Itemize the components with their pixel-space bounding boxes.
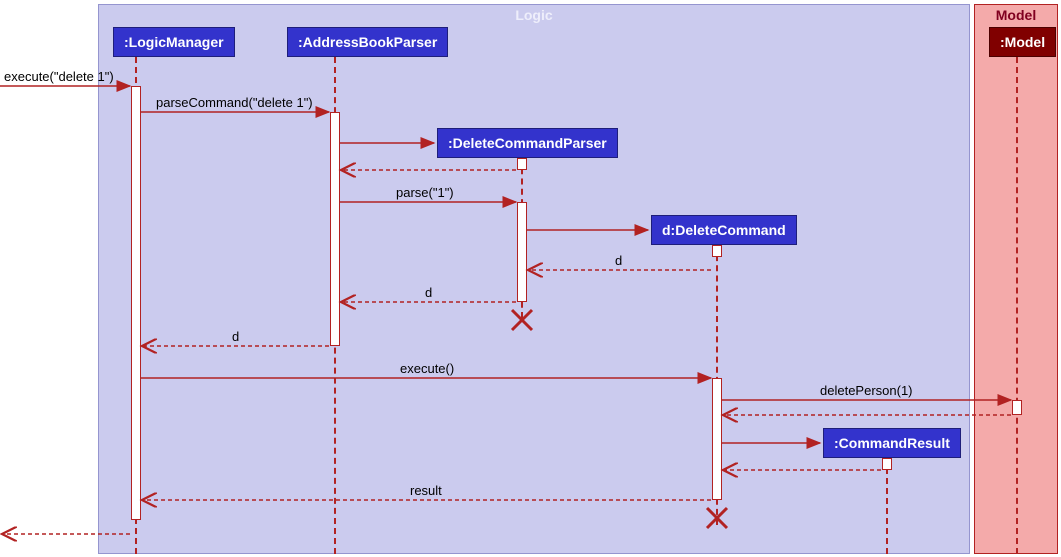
participant-logic-manager: :LogicManager: [113, 27, 235, 57]
msg-return-result: result: [410, 483, 442, 498]
participant-delete-command: d:DeleteCommand: [651, 215, 797, 245]
activation-delete-command-2: [712, 378, 722, 500]
activation-logic-manager: [131, 86, 141, 520]
activation-delete-command-parser-1: [517, 158, 527, 170]
lifeline-command-result: [886, 458, 888, 554]
frame-logic: Logic: [98, 4, 970, 554]
frame-logic-label: Logic: [507, 5, 560, 25]
lifeline-model: [1016, 57, 1018, 554]
activation-address-book-parser: [330, 112, 340, 346]
activation-delete-command-parser-2: [517, 202, 527, 302]
participant-model: :Model: [989, 27, 1056, 57]
msg-parse-command: parseCommand("delete 1"): [156, 95, 313, 110]
msg-execute-delete-1: execute("delete 1"): [4, 69, 114, 84]
frame-model-label: Model: [988, 5, 1044, 25]
msg-return-d-2: d: [425, 285, 432, 300]
participant-delete-command-parser: :DeleteCommandParser: [437, 128, 618, 158]
participant-address-book-parser: :AddressBookParser: [287, 27, 448, 57]
msg-delete-person: deletePerson(1): [820, 383, 913, 398]
activation-delete-command-1: [712, 245, 722, 257]
msg-execute: execute(): [400, 361, 454, 376]
participant-command-result: :CommandResult: [823, 428, 961, 458]
activation-model: [1012, 400, 1022, 415]
activation-command-result: [882, 458, 892, 470]
msg-parse-1: parse("1"): [396, 185, 454, 200]
msg-return-d-1: d: [615, 253, 622, 268]
msg-return-d-3: d: [232, 329, 239, 344]
